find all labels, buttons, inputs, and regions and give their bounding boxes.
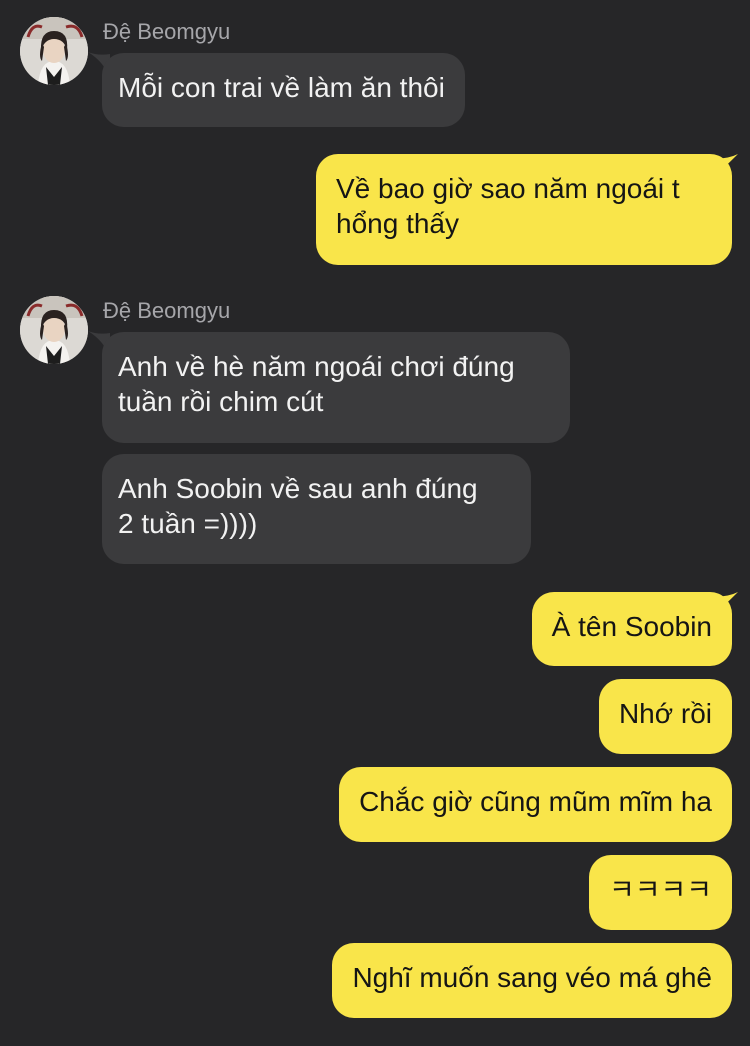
incoming-message-bubble[interactable]: Anh về hè năm ngoái chơi đúng tuần rồi c… <box>102 332 570 443</box>
avatar[interactable] <box>20 296 88 364</box>
incoming-message-bubble[interactable]: Anh Soobin về sau anh đúng 2 tuần =)))) <box>102 454 531 564</box>
outgoing-message-bubble[interactable]: Chắc giờ cũng mũm mĩm ha <box>339 767 732 842</box>
outgoing-message-bubble[interactable]: À tên Soobin <box>531 592 732 666</box>
profile-photo-icon <box>20 296 88 364</box>
sender-name: Đệ Beomgyu <box>103 298 231 323</box>
sender-name: Đệ Beomgyu <box>103 19 231 44</box>
outgoing-message-bubble[interactable]: Nghĩ muốn sang véo má ghê <box>332 943 732 1018</box>
profile-photo-icon <box>20 17 88 85</box>
outgoing-message-bubble[interactable]: Nhớ rồi <box>598 679 732 754</box>
incoming-message-bubble[interactable]: Mỗi con trai về làm ăn thôi <box>102 53 465 127</box>
outgoing-message-bubble[interactable]: ㅋㅋㅋㅋ <box>588 855 732 930</box>
outgoing-message-bubble[interactable]: Về bao giờ sao năm ngoái t hổng thấy <box>316 154 732 265</box>
avatar[interactable] <box>20 17 88 85</box>
